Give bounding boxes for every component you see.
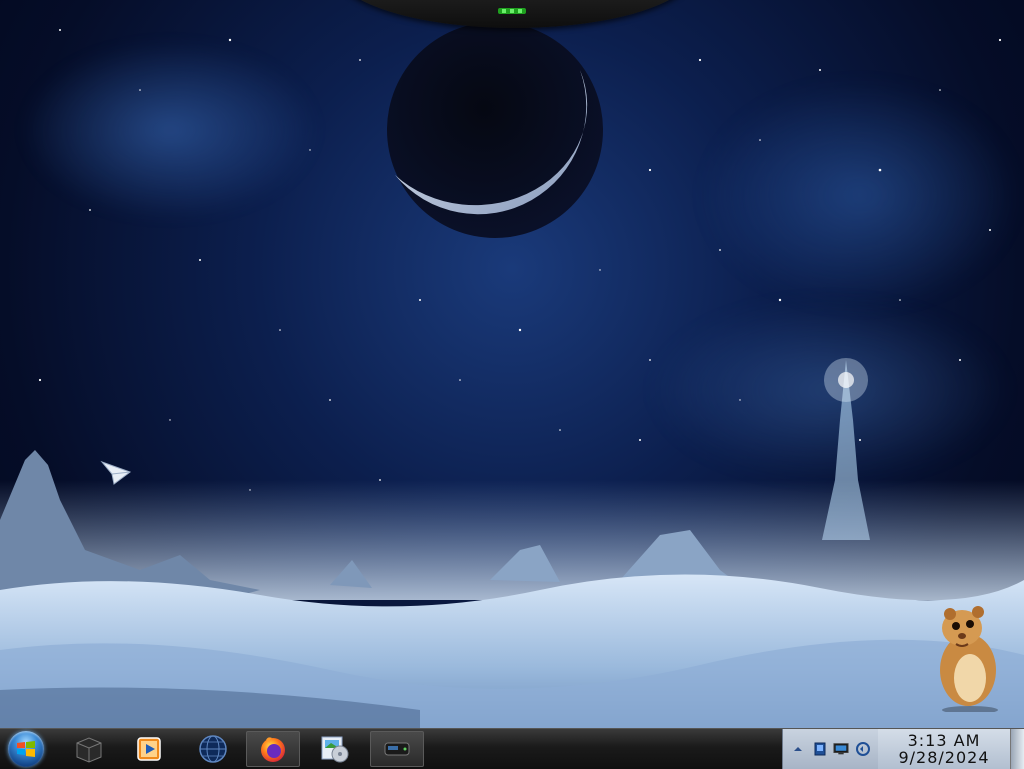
drive-icon <box>384 742 410 756</box>
hamster-gadget-icon[interactable] <box>920 600 1016 712</box>
small-moon <box>371 40 394 55</box>
firefox-icon <box>261 737 285 762</box>
show-desktop-button[interactable] <box>1010 729 1024 769</box>
clock-time: 3:13 AM <box>907 731 981 750</box>
start-button[interactable] <box>4 730 48 768</box>
system-tray <box>782 729 878 769</box>
ice-landscape <box>0 450 1024 730</box>
paper-plane-icon <box>100 460 132 485</box>
media-player-icon <box>137 737 161 761</box>
taskbar-drive-button[interactable] <box>370 731 424 767</box>
network-monitor-icon[interactable] <box>833 741 849 757</box>
taskbar-globe-button[interactable] <box>186 731 240 767</box>
status-indicator-icon[interactable] <box>496 6 528 16</box>
show-hidden-icons-arrow-icon[interactable] <box>790 741 806 757</box>
action-center-flag-icon[interactable] <box>812 741 828 757</box>
globe-icon <box>199 735 227 763</box>
windows-logo-icon <box>8 731 44 767</box>
media-gallery-icon <box>321 736 349 763</box>
taskbar-box-app-button[interactable] <box>62 731 116 767</box>
taskbar-firefox-button[interactable] <box>246 731 300 767</box>
box-app-icon <box>76 737 102 763</box>
taskbar-media-player-button[interactable] <box>122 731 176 767</box>
clock[interactable]: 3:13 AM 9/28/2024 <box>878 729 1010 769</box>
taskbar: 3:13 AM 9/28/2024 <box>0 728 1024 769</box>
desktop <box>0 0 1024 768</box>
volume-icon[interactable] <box>855 741 871 757</box>
clock-date: 9/28/2024 <box>898 748 990 767</box>
taskbar-media-gallery-button[interactable] <box>308 731 362 767</box>
